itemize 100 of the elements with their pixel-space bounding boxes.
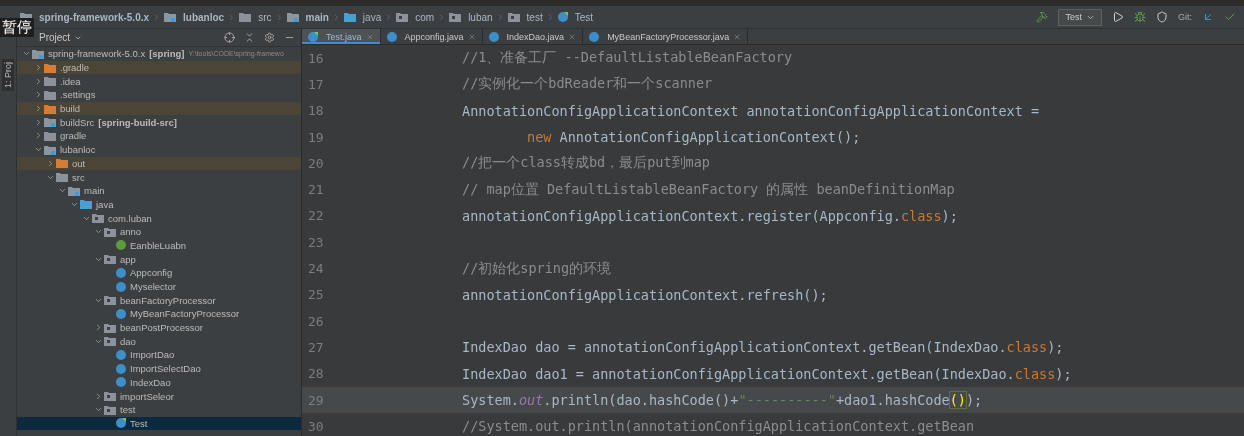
- folder-icon: [286, 12, 299, 22]
- hammer-icon[interactable]: [1036, 11, 1049, 23]
- coverage-icon[interactable]: [1156, 11, 1168, 23]
- tree-item[interactable]: app: [17, 252, 301, 266]
- folder-icon: [104, 404, 116, 415]
- line-number: 20: [307, 155, 325, 171]
- breadcrumb[interactable]: com: [396, 11, 435, 23]
- folder-icon: [104, 391, 116, 402]
- class-icon: [116, 349, 126, 360]
- breadcrumb[interactable]: main: [286, 11, 329, 23]
- tree-item[interactable]: importSeleor: [17, 389, 301, 403]
- settings-icon[interactable]: [264, 32, 275, 43]
- class-icon: [386, 31, 397, 42]
- breadcrumb[interactable]: src: [239, 11, 272, 23]
- tree-item[interactable]: MyBeanFactoryProcessor: [17, 307, 301, 321]
- tree-item[interactable]: .idea: [17, 74, 301, 89]
- tree-item[interactable]: gradle: [17, 129, 301, 143]
- class-icon: [116, 281, 126, 292]
- run-icon[interactable]: [1112, 11, 1124, 23]
- folder-icon: [44, 103, 56, 114]
- folder-icon: [239, 12, 252, 22]
- class-icon: [308, 31, 318, 42]
- code-line: //初始化spring的环境: [462, 259, 612, 278]
- debug-icon[interactable]: [1134, 11, 1146, 23]
- folder-icon: [396, 12, 409, 22]
- tree-item[interactable]: build: [17, 101, 301, 116]
- code-line: annotationConfigApplicationContext.refresh();: [462, 286, 828, 303]
- tree-item[interactable]: test: [17, 402, 301, 417]
- close-icon[interactable]: [467, 32, 476, 41]
- annotation-icon: [116, 240, 126, 251]
- tree-item[interactable]: EanbleLuabn: [17, 238, 301, 253]
- code-line: new AnnotationConfigApplicationContext();: [526, 129, 861, 146]
- class-icon: [557, 12, 568, 22]
- folder-icon: [44, 117, 56, 128]
- line-number: 30: [307, 418, 325, 434]
- folder-icon: [56, 158, 68, 169]
- tree-item[interactable]: main: [17, 183, 301, 198]
- run-config-dropdown[interactable]: Test: [1058, 8, 1102, 26]
- tree-item[interactable]: buildSrc [spring-build-src]: [17, 115, 301, 130]
- breadcrumb[interactable]: luban: [449, 11, 493, 23]
- tree-item[interactable]: Appconfig: [17, 266, 301, 280]
- breadcrumb[interactable]: test: [507, 11, 543, 23]
- panel-title[interactable]: Project: [39, 32, 83, 43]
- tree-item[interactable]: com.luban: [17, 211, 301, 225]
- code-line: //System.out.println(annotationConfigApplicationContext.getBean: [462, 418, 975, 435]
- tree-item[interactable]: src: [17, 170, 301, 184]
- close-icon[interactable]: [365, 32, 374, 41]
- folder-icon: [92, 213, 104, 224]
- line-number: 26: [307, 313, 325, 329]
- folder-icon: [449, 12, 462, 22]
- editor-tab[interactable]: Test.java: [302, 29, 381, 44]
- breadcrumb[interactable]: Test: [557, 11, 594, 23]
- folder-icon: [44, 130, 56, 141]
- code-line: //1、准备工厂 --DefaultListableBeanFactory: [462, 49, 793, 68]
- folder-icon: [104, 336, 116, 347]
- tree-item[interactable]: out: [17, 156, 301, 171]
- commit-icon[interactable]: [1224, 11, 1236, 23]
- code-line: System.out.println(dao.hashCode()+"----------"+dao1.hashCode());: [462, 392, 983, 408]
- tree-item[interactable]: lubanloc: [17, 142, 301, 157]
- folder-icon: [164, 12, 177, 22]
- folder-icon: [44, 62, 56, 73]
- folder-icon: [80, 199, 92, 210]
- tree-item[interactable]: anno: [17, 224, 301, 239]
- code-line: AnnotationConfigApplicationContext annotationConfigApplicationContext =: [462, 102, 1040, 119]
- code-line: IndexDao dao1 = annotationConfigApplicationContext.getBean(IndexDao.class);: [462, 365, 1072, 382]
- tree-item[interactable]: .settings: [17, 88, 301, 102]
- class-icon: [116, 267, 126, 278]
- locate-icon[interactable]: [224, 32, 235, 43]
- tree-item[interactable]: Test: [17, 416, 301, 431]
- folder-icon: [104, 322, 116, 333]
- update-icon[interactable]: [1202, 11, 1214, 23]
- breadcrumb[interactable]: lubanloc: [164, 11, 225, 23]
- class-icon: [116, 418, 126, 429]
- tree-item[interactable]: ImportSelectDao: [17, 361, 301, 376]
- tree-item[interactable]: beanPostProcessor: [17, 320, 301, 335]
- tree-item[interactable]: IndexDao: [17, 375, 301, 390]
- tree-item[interactable]: java: [17, 197, 301, 212]
- tree-item[interactable]: ImportDao: [17, 348, 301, 362]
- class-icon: [116, 308, 126, 319]
- folder-icon: [32, 48, 44, 59]
- collapse-icon[interactable]: [244, 32, 255, 43]
- class-icon: [116, 363, 126, 374]
- tree-item[interactable]: beanFactoryProcessor: [17, 293, 301, 308]
- close-icon[interactable]: [568, 32, 577, 41]
- line-number: 18: [307, 103, 325, 119]
- code-line: //把一个class转成bd，最后put到map: [462, 154, 710, 173]
- close-icon[interactable]: [733, 32, 742, 41]
- tree-item[interactable]: .gradle: [17, 60, 301, 75]
- tool-window-tab[interactable]: 1: Proj: [2, 59, 14, 91]
- pause-label: 暂停: [0, 18, 34, 37]
- line-number: 22: [307, 208, 325, 224]
- breadcrumb[interactable]: java: [343, 11, 382, 23]
- class-icon: [116, 377, 126, 388]
- line-number: 21: [307, 182, 325, 198]
- line-number: 17: [307, 76, 325, 92]
- line-number: 16: [307, 50, 325, 66]
- class-icon: [488, 31, 499, 42]
- tree-item[interactable]: dao: [17, 334, 301, 349]
- tree-item[interactable]: Myselector: [17, 279, 301, 294]
- git-label: Git:: [1178, 12, 1192, 22]
